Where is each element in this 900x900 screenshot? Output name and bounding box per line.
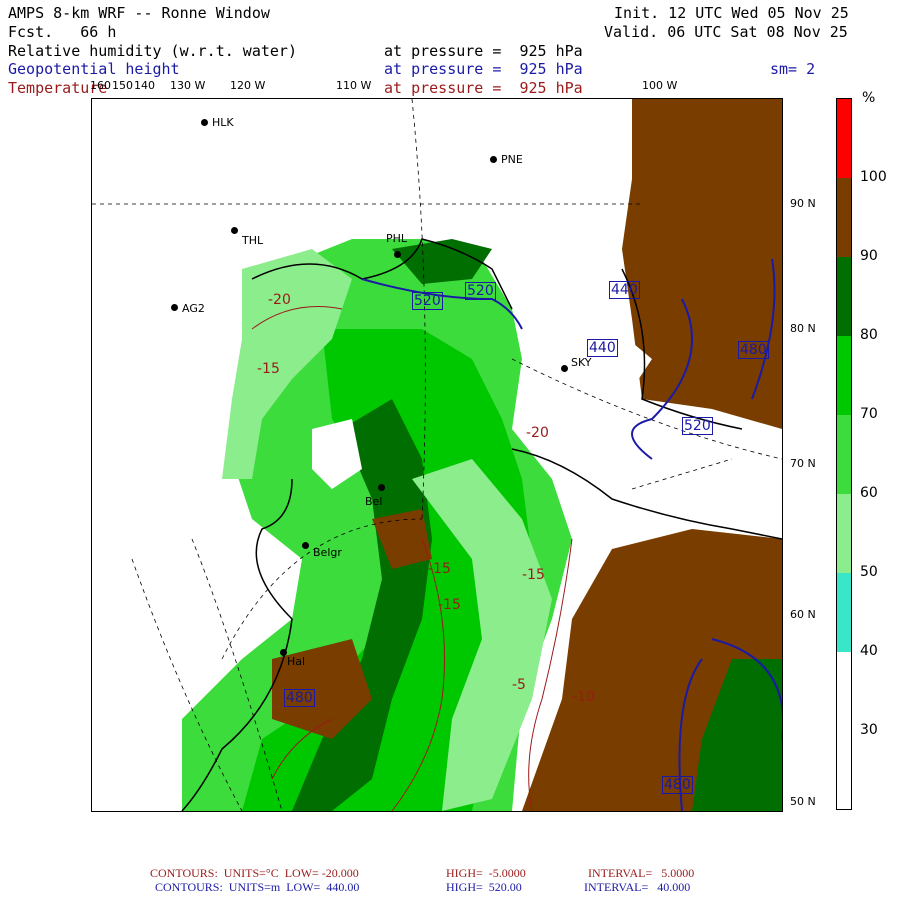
lon-label: 150: [112, 79, 133, 92]
station-label: HLK: [212, 116, 234, 129]
field-temp-level: at pressure = 925 hPa: [384, 79, 583, 97]
legend-swatch-green: [837, 336, 851, 415]
station-marker: [231, 227, 238, 234]
legend-level: 50: [860, 564, 878, 580]
legend-swatch-brown: [837, 178, 851, 257]
field-height-level: at pressure = 925 hPa: [384, 60, 583, 78]
lat-label: 90 N: [790, 197, 816, 210]
footer-height-contours: CONTOURS: UNITS=m LOW= 440.00: [155, 880, 360, 894]
height-contour-label: 440: [609, 281, 640, 299]
valid-time: Valid. 06 UTC Sat 08 Nov 25: [604, 23, 848, 41]
height-contour-label: 480: [662, 776, 693, 794]
station-label: Bel: [365, 495, 383, 508]
legend-level: 70: [860, 406, 878, 422]
station-label: SKY: [571, 356, 592, 369]
lon-label: 110 W: [336, 79, 372, 92]
lat-label: 70 N: [790, 457, 816, 470]
station-label: Hal: [287, 655, 306, 668]
legend-swatch-white: [837, 652, 851, 809]
station-label: PNE: [501, 153, 523, 166]
forecast-hour: Fcst. 66 h: [8, 23, 117, 41]
legend-level: 100: [860, 169, 887, 185]
legend-level: 30: [860, 722, 878, 738]
station-marker: [171, 304, 178, 311]
lon-label: 100 W: [642, 79, 678, 92]
temp-contour-label: -15: [257, 361, 280, 377]
station-marker: [201, 119, 208, 126]
legend-swatch-pale-green: [837, 494, 851, 573]
temp-contour-label: -20: [268, 292, 291, 308]
lon-label: 140: [134, 79, 155, 92]
legend-swatch-dark-green: [837, 257, 851, 336]
legend-level: 90: [860, 248, 878, 264]
legend-swatch-red: [837, 99, 851, 178]
legend-level: 80: [860, 327, 878, 343]
station-marker: [378, 484, 385, 491]
lon-label: 130 W: [170, 79, 206, 92]
temp-contour-label: -5: [512, 677, 526, 693]
field-rh-level: at pressure = 925 hPa: [384, 42, 583, 60]
lon-label: 160: [90, 79, 111, 92]
map-graphic: [92, 99, 782, 811]
height-contour-label: 440: [587, 339, 618, 357]
field-height-name: Geopotential height: [8, 60, 180, 78]
height-contour-label: 520: [682, 417, 713, 435]
lon-label: 120 W: [230, 79, 266, 92]
color-legend: [836, 98, 852, 810]
legend-unit: %: [862, 90, 876, 106]
temp-contour-label: -15: [438, 597, 461, 613]
legend-level: 40: [860, 643, 878, 659]
legend-swatch-turquoise: [837, 573, 851, 652]
station-marker: [394, 251, 401, 258]
footer-temp-interval: INTERVAL= 5.0000: [588, 866, 695, 880]
legend-swatch-light-green: [837, 415, 851, 494]
field-rh-name: Relative humidity (w.r.t. water): [8, 42, 297, 60]
temp-contour-label: -15: [522, 567, 545, 583]
station-label: AG2: [182, 302, 205, 315]
lat-label: 80 N: [790, 322, 816, 335]
lat-label: 60 N: [790, 608, 816, 621]
station-label: PHL: [386, 232, 408, 245]
height-contour-label: 520: [465, 282, 496, 300]
lat-label: 50 N: [790, 795, 816, 808]
plot-title: AMPS 8-km WRF -- Ronne Window: [8, 4, 270, 22]
footer-height-interval: INTERVAL= 40.000: [584, 880, 691, 894]
height-contour-label: 480: [284, 689, 315, 707]
map-panel: HLK PNE THL PHL AG2 SKY Bel Belgr Hal 52…: [91, 98, 783, 812]
station-marker: [280, 649, 287, 656]
footer-height-high: HIGH= 520.00: [446, 880, 522, 894]
station-marker: [561, 365, 568, 372]
temp-contour-label: -15: [428, 561, 451, 577]
height-contour-label: 520: [412, 292, 443, 310]
height-contour-label: 480: [738, 341, 769, 359]
station-marker: [490, 156, 497, 163]
station-label: THL: [242, 234, 264, 247]
legend-level: 60: [860, 485, 878, 501]
footer-temp-high: HIGH= -5.0000: [446, 866, 526, 880]
init-time: Init. 12 UTC Wed 05 Nov 25: [614, 4, 849, 22]
station-marker: [302, 542, 309, 549]
temp-contour-label: -20: [526, 425, 549, 441]
temp-contour-label: -10: [572, 689, 595, 705]
smoothing-label: sm= 2: [770, 60, 816, 78]
station-label: Belgr: [313, 546, 342, 559]
footer-temp-contours: CONTOURS: UNITS=°C LOW= -20.000: [150, 866, 359, 880]
